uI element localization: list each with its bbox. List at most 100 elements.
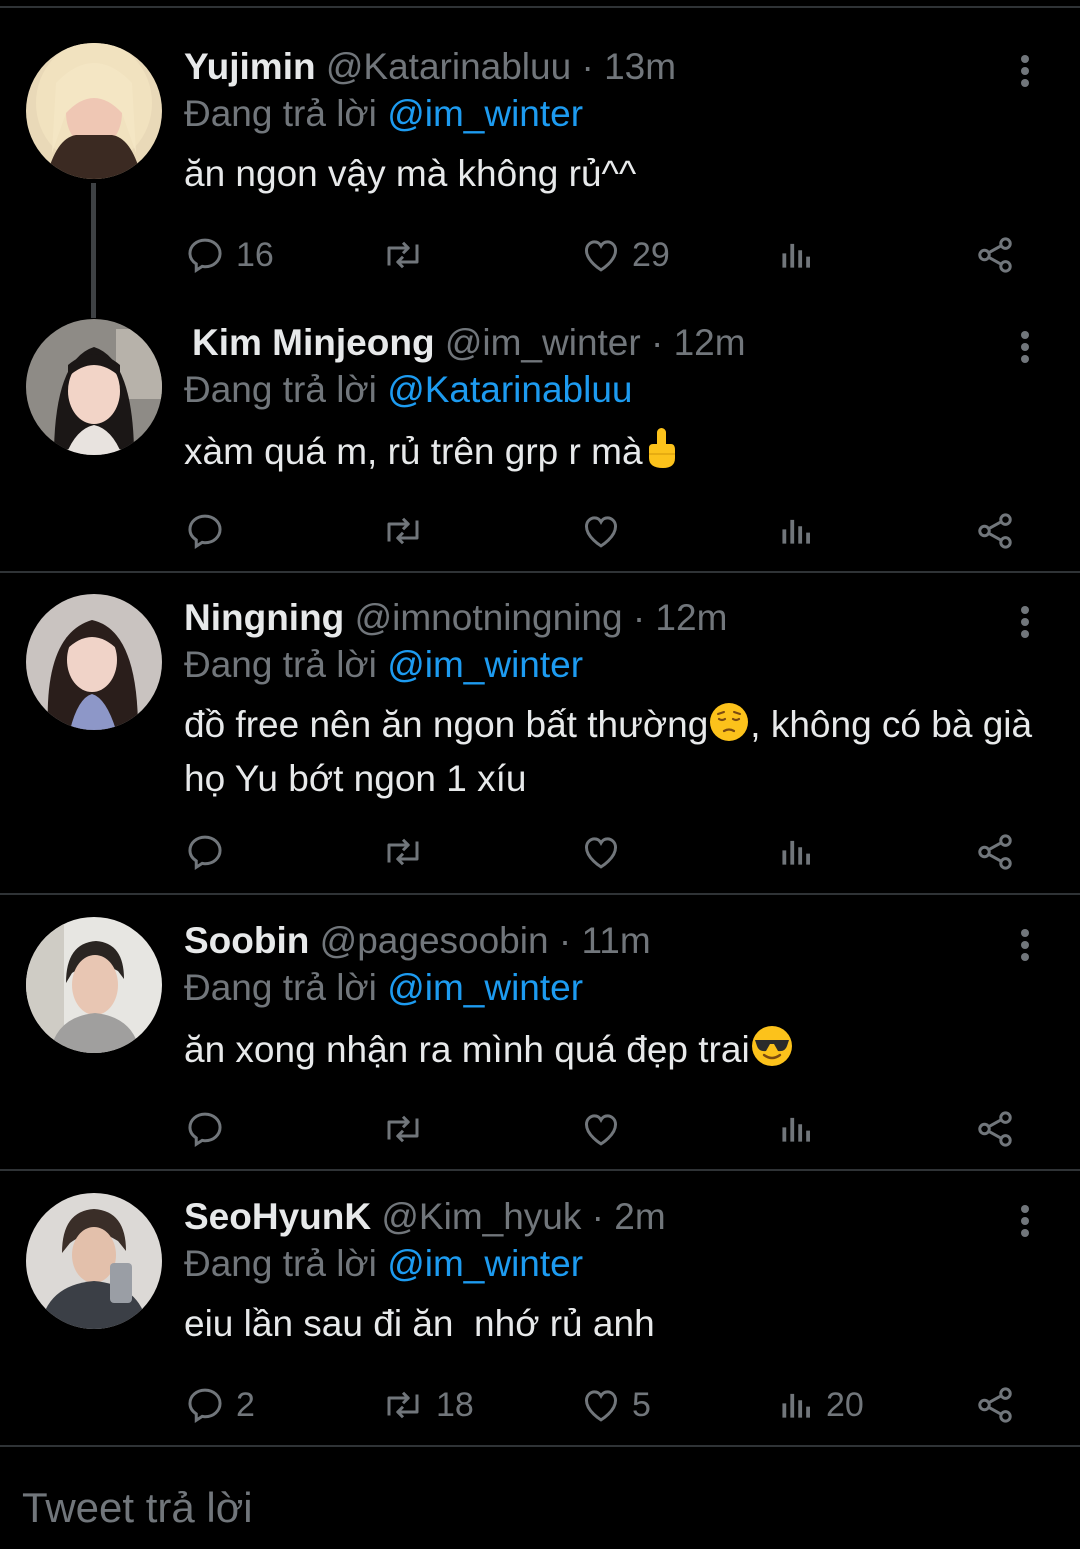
- views-icon: [782, 840, 810, 865]
- share-button[interactable]: [974, 830, 1016, 874]
- share-button[interactable]: [974, 1107, 1016, 1151]
- more-icon[interactable]: [1010, 51, 1040, 91]
- views-button[interactable]: [778, 233, 826, 277]
- replying-to: Đang trả lời @im_winter: [184, 1240, 583, 1288]
- tweet-header: Yujimin @Katarinabluu · 13m: [184, 43, 676, 91]
- tweet-divider: [0, 1169, 1080, 1171]
- more-icon[interactable]: [1010, 327, 1040, 367]
- views-icon: [782, 1117, 810, 1142]
- display-name[interactable]: Ningning: [184, 597, 344, 638]
- separator-dot: ·: [651, 322, 664, 363]
- reply-mention[interactable]: @Katarinabluu: [387, 369, 632, 410]
- display-name[interactable]: Yujimin: [184, 46, 316, 87]
- tweet-header: SeoHyunK @Kim_hyuk · 2m: [184, 1193, 666, 1241]
- share-icon: [978, 1111, 1012, 1147]
- user-handle[interactable]: @im_winter: [445, 322, 641, 363]
- retweet-button[interactable]: 18: [380, 1383, 474, 1427]
- tweet-header: Soobin @pagesoobin · 11m: [184, 917, 651, 965]
- more-icon[interactable]: [1010, 602, 1040, 642]
- views-button[interactable]: 20: [778, 1383, 864, 1427]
- tweet-divider: [0, 893, 1080, 895]
- timestamp[interactable]: 13m: [604, 46, 676, 87]
- avatar[interactable]: [26, 594, 162, 730]
- more-icon[interactable]: [1010, 925, 1040, 965]
- replying-to: Đang trả lời @im_winter: [184, 90, 583, 138]
- views-icon: [782, 519, 810, 544]
- reply-button[interactable]: [184, 509, 236, 553]
- retweet-icon: [387, 838, 419, 866]
- display-name[interactable]: SeoHyunK: [184, 1196, 371, 1237]
- middle-finger-emoji: [643, 426, 679, 482]
- retweet-count: 18: [436, 1385, 474, 1424]
- retweet-button[interactable]: [380, 509, 436, 553]
- reply-mention[interactable]: @im_winter: [387, 93, 583, 134]
- tweet-seohyunk[interactable]: SeoHyunK @Kim_hyuk · 2m Đang trả lời @im…: [0, 1193, 1080, 1433]
- tweet-text-content: ăn xong nhận ra mình quá đẹp trai: [184, 1029, 750, 1070]
- reply-icon: [188, 1112, 222, 1147]
- tweet-kim-minjeong[interactable]: Kim Minjeong @im_winter · 12m Đang trả l…: [0, 319, 1080, 559]
- replying-label: Đang trả lời: [184, 644, 377, 685]
- tweet-soobin[interactable]: Soobin @pagesoobin · 11m Đang trả lời @i…: [0, 917, 1080, 1157]
- reply-button[interactable]: 2: [184, 1383, 255, 1427]
- user-handle[interactable]: @Kim_hyuk: [381, 1196, 581, 1237]
- like-button[interactable]: [580, 509, 632, 553]
- action-bar: [184, 1107, 1034, 1151]
- views-button[interactable]: [778, 830, 826, 874]
- avatar[interactable]: [26, 43, 162, 179]
- retweet-button[interactable]: [380, 1107, 436, 1151]
- display-name[interactable]: Kim Minjeong: [192, 322, 435, 363]
- separator-dot: ·: [632, 597, 646, 638]
- action-bar: 16 29: [184, 233, 1034, 277]
- like-button[interactable]: 29: [580, 233, 670, 277]
- views-icon: [782, 243, 810, 268]
- timestamp[interactable]: 12m: [655, 597, 727, 638]
- timestamp[interactable]: 2m: [614, 1196, 665, 1237]
- avatar[interactable]: [26, 319, 162, 455]
- replying-to: Đang trả lời @Katarinabluu: [184, 366, 633, 414]
- timestamp[interactable]: 11m: [581, 920, 650, 961]
- reply-button[interactable]: [184, 1107, 236, 1151]
- thread-line: [91, 183, 96, 318]
- retweet-button[interactable]: [380, 830, 436, 874]
- user-handle[interactable]: @Katarinabluu: [326, 46, 571, 87]
- retweet-button[interactable]: [380, 233, 436, 277]
- action-bar: 2 18 5 20: [184, 1383, 1034, 1427]
- tweet-divider: [0, 571, 1080, 573]
- reply-icon: [188, 514, 222, 549]
- reply-mention[interactable]: @im_winter: [387, 1243, 583, 1284]
- avatar[interactable]: [26, 917, 162, 1053]
- share-icon: [978, 1387, 1012, 1423]
- tweet-header: Kim Minjeong @im_winter · 12m: [184, 319, 746, 367]
- reply-input[interactable]: Tweet trả lời: [22, 1484, 253, 1532]
- timestamp[interactable]: 12m: [674, 322, 746, 363]
- tweet-ningning[interactable]: Ningning @imnotningning · 12m Đang trả l…: [0, 594, 1080, 884]
- views-button[interactable]: [778, 509, 826, 553]
- reply-mention[interactable]: @im_winter: [387, 967, 583, 1008]
- like-count: 5: [632, 1385, 651, 1424]
- tweet-yujimin[interactable]: Yujimin @Katarinabluu · 13m Đang trả lời…: [0, 43, 1080, 318]
- pensive-face-emoji: [708, 701, 750, 755]
- share-button[interactable]: [974, 509, 1016, 553]
- like-button[interactable]: [580, 1107, 632, 1151]
- like-button[interactable]: 5: [580, 1383, 651, 1427]
- reply-button[interactable]: 16: [184, 233, 274, 277]
- avatar[interactable]: [26, 1193, 162, 1329]
- tweet-text-part-a: đồ free nên ăn ngon bất thường: [184, 704, 709, 745]
- sunglasses-face-emoji: [750, 1024, 794, 1080]
- user-handle[interactable]: @imnotningning: [355, 597, 623, 638]
- user-handle[interactable]: @pagesoobin: [320, 920, 549, 961]
- share-button[interactable]: [974, 233, 1016, 277]
- reply-button[interactable]: [184, 830, 236, 874]
- reply-mention[interactable]: @im_winter: [387, 644, 583, 685]
- action-bar: [184, 830, 1034, 874]
- display-name[interactable]: Soobin: [184, 920, 309, 961]
- tweet-text: ăn xong nhận ra mình quá đẹp trai: [184, 1024, 1044, 1080]
- reply-composer[interactable]: Tweet trả lời: [0, 1456, 1080, 1549]
- views-button[interactable]: [778, 1107, 826, 1151]
- tweet-divider: [0, 1445, 1080, 1447]
- tweet-header: Ningning @imnotningning · 12m: [184, 594, 727, 642]
- share-button[interactable]: [974, 1383, 1016, 1427]
- like-button[interactable]: [580, 830, 632, 874]
- more-icon[interactable]: [1010, 1201, 1040, 1241]
- tweet-text-content: eiu lần sau đi ăn nhớ rủ anh: [184, 1303, 655, 1344]
